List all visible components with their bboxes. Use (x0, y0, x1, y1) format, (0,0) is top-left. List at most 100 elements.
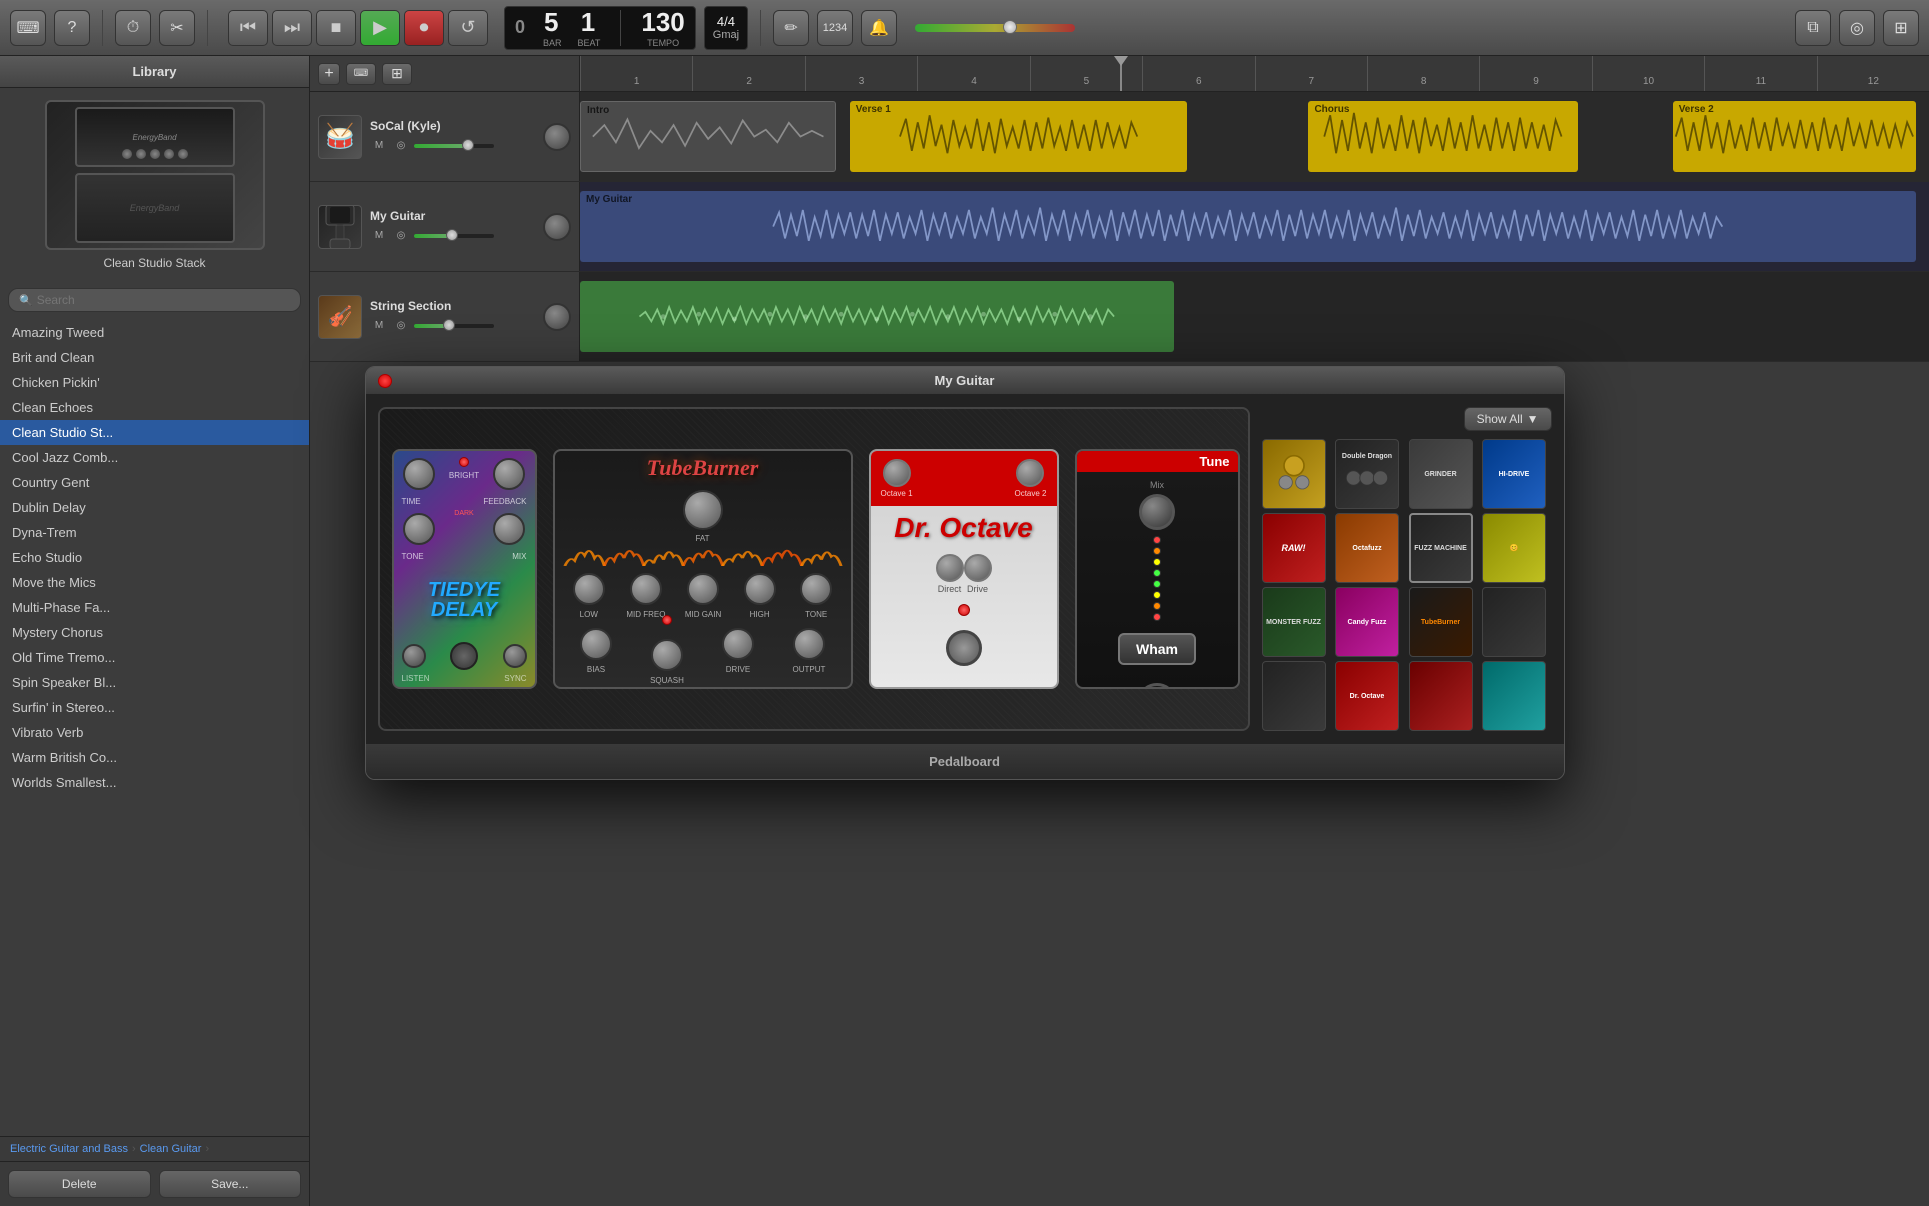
droctave-footswitch[interactable] (946, 630, 982, 666)
wham-led-7 (1153, 602, 1161, 610)
tb-midfreq-col: MID FREQ (626, 570, 665, 619)
droctave-top-knobs: Octave 1 Octave 2 (877, 457, 1051, 500)
tb-midgain-knob[interactable] (687, 573, 719, 605)
wham-leds-group (1149, 532, 1165, 625)
thumb-label-raw: RAW! (1282, 543, 1306, 553)
tiedye-mid-row: DARK (394, 506, 535, 552)
thumb-fuzz-machine[interactable]: FUZZ MACHINE (1409, 513, 1473, 583)
thumb-happy-face[interactable]: 😊 (1482, 513, 1546, 583)
tb-high-label: HIGH (750, 610, 770, 619)
tubeburner-fat-col: FAT (680, 487, 726, 543)
tb-output-knob[interactable] (793, 628, 825, 660)
wham-led-4 (1153, 569, 1161, 577)
thumb-teal-pedal[interactable] (1482, 661, 1546, 731)
wham-foot-area (1131, 673, 1183, 689)
tb-low-col: LOW (570, 570, 608, 619)
tubeburner-flame-svg (555, 545, 851, 566)
tb-low-knob[interactable] (573, 573, 605, 605)
pedal-droctave[interactable]: Octave 1 Octave 2 Dr. Octave (869, 449, 1059, 689)
tubeburner-fat-knob[interactable] (683, 490, 723, 530)
tb-low-label: LOW (580, 610, 598, 619)
thumb-double-dragon[interactable]: Double Dragon (1335, 439, 1399, 509)
thumb-empty-2[interactable] (1262, 661, 1326, 731)
droctave-drive-label: Drive (967, 584, 988, 594)
show-all-row: Show All ▼ (1262, 407, 1552, 431)
droctave-direct-col: Direct (936, 554, 964, 594)
thumb-label-grinder: GRINDER (1424, 471, 1456, 478)
thumb-grinder[interactable]: GRINDER (1409, 439, 1473, 509)
modal-overlay: My Guitar BRIGHT (0, 0, 1929, 1206)
thumb-raw[interactable]: RAW! (1262, 513, 1326, 583)
tb-drive-col: DRIVE (719, 625, 757, 685)
tiedye-top-row: BRIGHT (394, 451, 535, 497)
wham-footswitch[interactable] (1137, 683, 1177, 689)
thumb-dr-octave[interactable]: Dr. Octave (1335, 661, 1399, 731)
tiedye-mix-lbl: MIX (512, 552, 526, 561)
modal-body: BRIGHT TIME FEEDBACK DARK (366, 395, 1564, 743)
tb-midgain-label: MID GAIN (685, 610, 721, 619)
tb-midfreq-label: MID FREQ (626, 610, 665, 619)
tubeburner-fat-row: FAT (678, 485, 728, 545)
droctave-direct-label: Direct (938, 584, 962, 594)
thumb-hi-drive[interactable]: HI-DRIVE (1482, 439, 1546, 509)
modal-close-btn[interactable] (378, 374, 392, 388)
tiedye-brand-1: TIEDYE (428, 580, 500, 600)
thumb-red-2[interactable] (1409, 661, 1473, 731)
pedal-thumbnails: Show All ▼ Double Dragon (1262, 407, 1552, 731)
droctave-oct2-knob[interactable] (1016, 459, 1044, 487)
tiedye-sync-knob[interactable] (503, 644, 527, 668)
tiedye-brand-2: DELAY (428, 600, 500, 620)
thumb-tubeburner[interactable]: TubeBurner (1409, 587, 1473, 657)
wham-mix-knob[interactable] (1139, 494, 1175, 530)
tubeburner-main-knobs: LOW MID FREQ MID GAIN HIGH (555, 566, 851, 623)
droctave-foot-row (942, 622, 986, 674)
tiedye-dark-col: DARK (454, 510, 473, 548)
thumb-empty-1[interactable] (1482, 587, 1546, 657)
droctave-oct1-knob[interactable] (883, 459, 911, 487)
tiedye-bright-label: BRIGHT (449, 471, 479, 480)
pedalboard-modal: My Guitar BRIGHT (365, 366, 1565, 780)
tiedye-time-knob[interactable] (403, 458, 435, 490)
tiedye-sync-lbl: SYNC (504, 674, 526, 683)
tiedye-feedback-knob[interactable] (493, 458, 525, 490)
tb-high-knob[interactable] (744, 573, 776, 605)
tb-tone-col: TONE (797, 570, 835, 619)
thumbnail-grid: Double Dragon GRINDER HI-DRIVE (1262, 439, 1552, 731)
pedal-wham[interactable]: Tune Mix (1075, 449, 1240, 689)
droctave-direct-knob[interactable] (936, 554, 964, 582)
tubeburner-bottom-knobs: BIAS SQUASH DRIVE (555, 623, 851, 687)
droctave-header: Octave 1 Octave 2 (871, 451, 1057, 506)
tiedye-center-btn[interactable] (450, 642, 478, 670)
modal-footer-label: Pedalboard (929, 754, 1000, 769)
thumb-label-octafuzz: Octafuzz (1352, 545, 1381, 552)
tb-midfreq-knob[interactable] (630, 573, 662, 605)
thumb-monster-fuzz[interactable]: MONSTER FUZZ (1262, 587, 1326, 657)
modal-footer: Pedalboard (366, 743, 1564, 779)
droctave-led-row (954, 598, 974, 622)
pedalboard-main: BRIGHT TIME FEEDBACK DARK (378, 407, 1250, 731)
tb-bias-col: BIAS (577, 625, 615, 685)
thumb-gold-svg (1269, 449, 1319, 499)
thumb-gold-pedal[interactable] (1262, 439, 1326, 509)
pedal-tubeburner[interactable]: TubeBurner FAT (553, 449, 853, 689)
thumb-candy-fuzz[interactable]: Candy Fuzz (1335, 587, 1399, 657)
tb-drive-knob[interactable] (722, 628, 754, 660)
tiedye-mix-knob[interactable] (493, 513, 525, 545)
droctave-oct1-col: Octave 1 (881, 459, 913, 498)
tiedye-time-label: TIME (402, 497, 421, 506)
tb-squash-knob[interactable] (651, 639, 683, 671)
tb-tone-knob[interactable] (800, 573, 832, 605)
show-all-btn[interactable]: Show All ▼ (1464, 407, 1552, 431)
droctave-oct2-label: Octave 2 (1014, 489, 1046, 498)
wham-button[interactable]: Wham (1118, 633, 1196, 665)
tiedye-tone-knob[interactable] (403, 513, 435, 545)
tb-bias-knob[interactable] (580, 628, 612, 660)
thumb-label-happy: 😊 (1510, 544, 1519, 552)
thumb-octafuzz[interactable]: Octafuzz (1335, 513, 1399, 583)
wham-led-3 (1153, 558, 1161, 566)
tiedye-listen-lbl: LISTEN (402, 674, 430, 683)
pedal-tiedye[interactable]: BRIGHT TIME FEEDBACK DARK (392, 449, 537, 689)
tiedye-listen-knob[interactable] (402, 644, 426, 668)
droctave-drive-knob[interactable] (964, 554, 992, 582)
tiedye-bottom-labels: LISTEN SYNC (394, 674, 535, 687)
